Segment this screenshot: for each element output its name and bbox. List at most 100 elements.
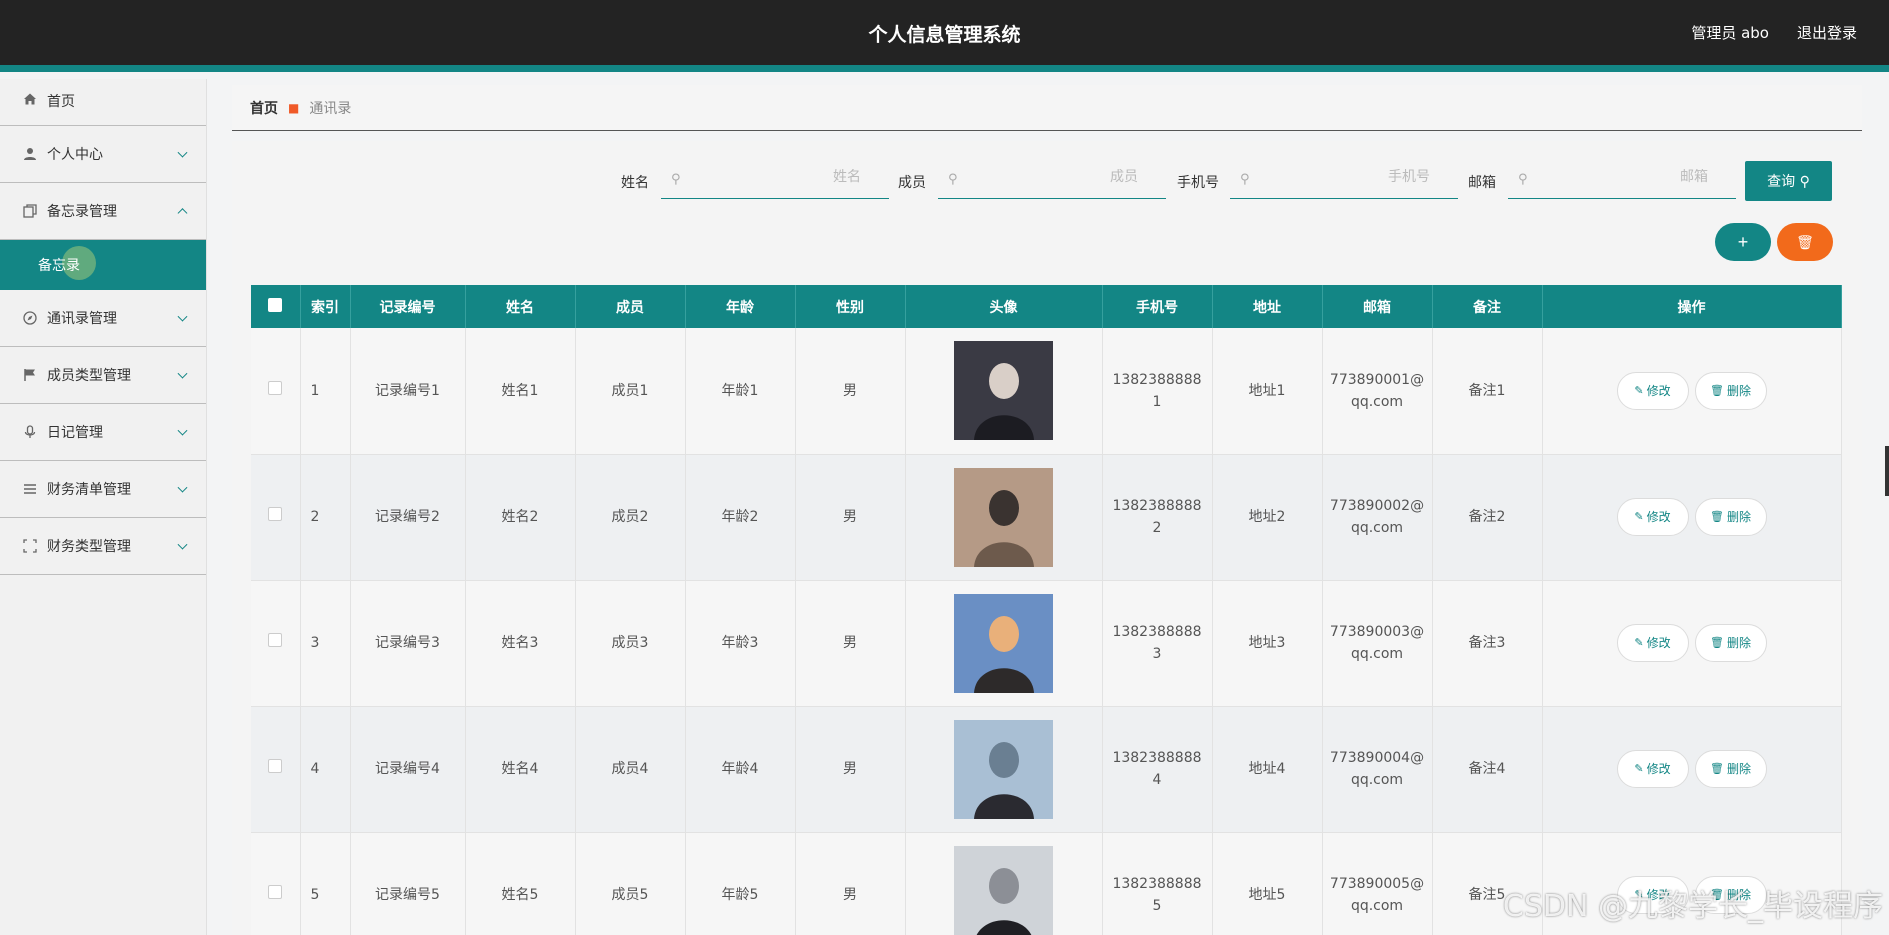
row-select-cell [251,832,301,935]
name-input[interactable] [691,169,861,185]
edit-button[interactable]: ✎ 修改 [1616,624,1689,662]
add-button[interactable]: + [1715,223,1771,261]
cell-record: 记录编号3 [350,580,466,707]
email-input[interactable] [1538,169,1708,185]
row-checkbox[interactable] [268,885,283,899]
row-checkbox[interactable] [268,759,283,773]
phone-line-2: 5 [1152,898,1162,914]
fullscreen-icon [22,538,38,554]
cell-address: 地址4 [1212,706,1323,833]
email-line-2: qq.com [1350,772,1404,788]
phone-line-2: 4 [1152,772,1162,788]
name-search-field: ⚲ [661,161,889,199]
edit-label: 修改 [1646,636,1671,650]
row-select-cell [251,706,301,833]
cell-avatar [905,454,1103,581]
avatar-image [954,341,1053,441]
chevron-down-icon [177,425,188,436]
compass-icon [22,310,38,326]
cell-avatar [905,832,1103,935]
edit-icon: ✎ [1634,383,1644,397]
edit-button[interactable]: ✎ 修改 [1616,750,1689,788]
breadcrumb-current: 通讯录 [309,100,352,117]
sidebar-item-member-type[interactable]: 成员类型管理 [0,347,206,404]
delete-button[interactable]: 🗑 删除 [1694,624,1767,662]
cell-member: 成员1 [575,328,686,455]
header-name: 姓名 [465,285,576,328]
sidebar-item-diary[interactable]: 日记管理 [0,404,206,461]
sidebar-item-label: 首页 [47,94,75,110]
query-button[interactable]: 查询 ⚲ [1745,161,1832,201]
avatar-image [954,593,1053,693]
cell-address: 地址1 [1212,328,1323,455]
chevron-down-icon [177,368,188,379]
email-line-1: 773890001@ [1329,371,1425,388]
sidebar-item-label: 日记管理 [47,425,103,441]
header-age: 年龄 [685,285,796,328]
breadcrumb-home[interactable]: 首页 [250,98,278,118]
header-note: 备注 [1432,285,1543,328]
cell-record: 记录编号2 [350,454,466,581]
delete-button[interactable]: 🗑 删除 [1694,750,1767,788]
select-all-checkbox[interactable] [268,297,283,312]
sidebar-item-finance-list[interactable]: 财务清单管理 [0,461,206,518]
batch-delete-button[interactable]: 🗑 [1777,223,1833,261]
edit-button[interactable]: ✎ 修改 [1616,498,1689,536]
sidebar-item-label: 财务类型管理 [47,539,131,555]
cell-email: 773890004@ qq.com [1322,706,1433,833]
header-phone: 手机号 [1102,285,1213,328]
sidebar-item-contacts[interactable]: 通讯录管理 [0,290,206,347]
cell-age: 年龄5 [685,832,796,935]
member-input[interactable] [968,169,1138,185]
delete-label: 删除 [1726,510,1751,524]
cell-address: 地址2 [1212,454,1323,581]
row-checkbox[interactable] [268,380,283,395]
cell-age: 年龄3 [685,580,796,707]
cell-index: 3 [300,580,351,707]
row-checkbox[interactable] [268,633,283,647]
row-select-cell [251,328,301,455]
edit-button[interactable]: ✎ 修改 [1616,371,1689,410]
member-search-field: ⚲ [938,161,1166,199]
sidebar-item-home[interactable]: 首页 [0,79,206,126]
sidebar-item-personal-center[interactable]: 个人中心 [0,126,206,183]
logout-button[interactable]: 退出登录 [1797,22,1857,43]
email-line-1: 773890004@ [1329,750,1425,766]
sidebar-item-label: 备忘录管理 [47,204,117,220]
cell-name: 姓名1 [465,328,576,455]
delete-button[interactable]: 🗑 删除 [1694,498,1767,536]
header-gender: 性别 [795,285,906,328]
cell-phone: 1382388888 2 [1102,454,1213,581]
delete-label: 删除 [1726,762,1751,776]
phone-line-1: 1382388888 [1112,498,1202,514]
edit-label: 修改 [1646,383,1671,398]
email-label: 邮箱 [1468,175,1496,191]
delete-button[interactable]: 🗑 删除 [1694,371,1767,410]
sidebar-item-label: 成员类型管理 [47,368,131,384]
cell-member: 成员3 [575,580,686,707]
chevron-up-icon [177,208,188,219]
edit-label: 修改 [1646,510,1671,524]
sidebar-item-memo[interactable]: 备忘录管理 [0,183,206,240]
phone-input[interactable] [1260,169,1430,185]
cell-age: 年龄4 [685,706,796,833]
row-checkbox[interactable] [268,507,283,521]
scrollbar-thumb[interactable] [1885,446,1889,496]
sidebar-item-finance-type[interactable]: 财务类型管理 [0,518,206,575]
cell-avatar [905,328,1103,455]
cell-email: 773890005@ qq.com [1322,832,1433,935]
admin-name: 管理员 abo [1691,24,1769,42]
header-select-all[interactable] [251,285,301,328]
table-row: 3 记录编号3 姓名3 成员3 年龄3 男 1382388888 3 地址3 773890003@… [251,580,1842,707]
cell-member: 成员2 [575,454,686,581]
cell-phone: 1382388888 1 [1102,328,1213,455]
cell-gender: 男 [795,706,906,833]
sidebar-subitem-memo[interactable]: 备忘录 [0,240,206,290]
search-bar: 姓名 ⚲ 成员 ⚲ 手机号 ⚲ 邮箱 ⚲ [232,161,1862,201]
cell-email: 773890002@ qq.com [1322,454,1433,581]
trash-icon: 🗑 [1710,762,1724,775]
sidebar: 首页 个人中心 备忘录管理 备忘录 通讯录管理 成员类型管理 日记管理 财务清单… [0,79,207,935]
cell-phone: 1382388888 3 [1102,580,1213,707]
cell-actions: ✎ 修改 🗑 删除 [1542,454,1842,581]
edit-icon: ✎ [1634,636,1644,649]
